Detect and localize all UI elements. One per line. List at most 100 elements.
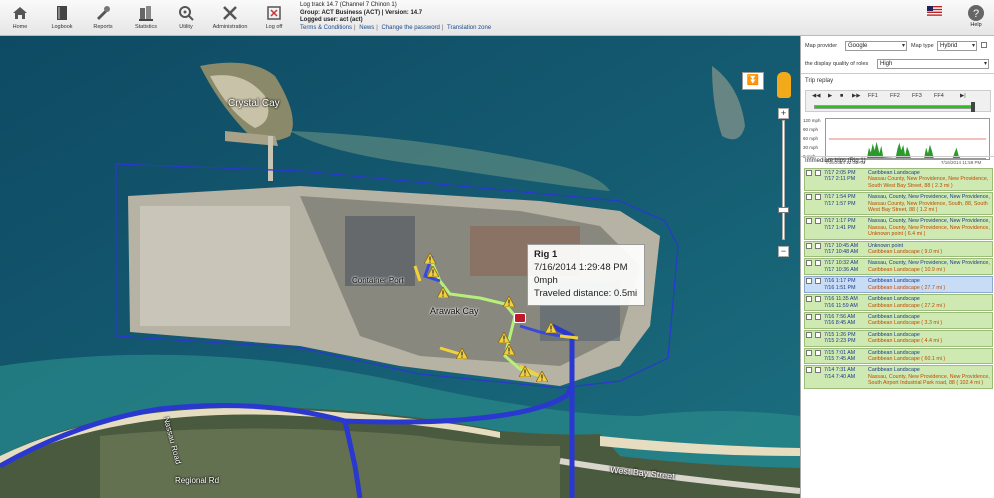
trip-row[interactable]: 7/14 7:31 AM 7/14 7:40 AM Caribbean Landsc… [804, 365, 993, 389]
warning-marker-icon[interactable] [498, 332, 510, 343]
display-quality-label: the display quality of roles [805, 61, 869, 67]
trip-select-checkbox[interactable] [815, 313, 821, 320]
translation-zone-link[interactable]: Translation zone [447, 25, 491, 31]
map-type-checkbox[interactable] [981, 42, 987, 48]
trip-select-checkbox[interactable] [815, 260, 821, 267]
trip-destination: Caribbean Landscape ( 9.0 mi ) [868, 249, 943, 256]
trip-select-checkbox[interactable] [815, 170, 821, 176]
replay-rewind-button[interactable]: ◀◀ [812, 93, 820, 99]
trip-select-checkbox[interactable] [815, 367, 821, 374]
toolbar-log-off[interactable]: Log off [256, 2, 292, 34]
vehicle-marker-icon[interactable] [514, 313, 526, 323]
street-view-pegman-icon[interactable] [777, 72, 791, 98]
toolbar-reports[interactable]: Reports [85, 2, 121, 34]
trip-row[interactable]: 7/15 7:01 AM 7/15 7:45 AM Caribbean Landsc… [804, 347, 993, 365]
warning-marker-icon[interactable] [437, 287, 449, 298]
trip-row[interactable]: 7/16 7:56 AM 7/16 8:45 AM Caribbean Landsc… [804, 311, 993, 329]
trip-select-checkbox[interactable] [815, 296, 821, 303]
warning-marker-icon[interactable] [503, 344, 515, 355]
warning-marker-icon[interactable] [503, 296, 515, 307]
trip-times: 7/16 7:56 AM 7/16 8:45 AM [824, 314, 866, 327]
trip-origin: Nassau, County, New Providence, New Prov… [868, 260, 990, 267]
speed-graph[interactable] [825, 118, 990, 160]
trip-select-checkbox[interactable] [815, 242, 821, 249]
zoom-out-button[interactable]: − [778, 246, 789, 257]
trip-end-time: 7/15 7:45 AM [824, 355, 856, 362]
trip-visible-checkbox[interactable] [806, 170, 812, 176]
trip-row[interactable]: 7/16 11:35 AM 7/16 11:59 AM Caribbean Land… [804, 294, 993, 311]
replay-slider-handle[interactable] [971, 102, 975, 112]
trip-select-checkbox[interactable] [815, 194, 821, 201]
replay-ff4-button[interactable]: FF4 [934, 93, 944, 99]
replay-ff2-button[interactable]: FF2 [890, 93, 900, 99]
map-provider-select[interactable]: Google [845, 41, 907, 51]
trip-row[interactable]: 7/17 10:45 AM 7/17 10:48 AM Unknown point C… [804, 240, 993, 258]
trip-visible-checkbox[interactable] [806, 218, 812, 225]
trip-visible-checkbox[interactable] [806, 242, 812, 249]
trip-select-checkbox[interactable] [815, 218, 821, 225]
trip-row[interactable]: 7/17 1:54 PM 7/17 1:57 PM Nassau, County, … [804, 192, 993, 216]
trip-visible-checkbox[interactable] [806, 260, 812, 267]
statistics-icon [139, 6, 153, 21]
trip-row[interactable]: 7/17 2:05 PM 7/17 2:11 PM Caribbean Landsc… [804, 168, 993, 192]
trip-select-checkbox[interactable] [815, 331, 821, 338]
toolbar-logbook[interactable]: Logbook [44, 2, 80, 34]
trip-destination: Caribbean Landscape ( 10.9 mi ) [868, 266, 946, 273]
replay-ff3-button[interactable]: FF3 [912, 93, 922, 99]
trip-locations: Caribbean Landscape Caribbean Landscape (… [868, 331, 992, 346]
trip-select-checkbox[interactable] [815, 278, 821, 285]
replay-forward-button[interactable]: ▶▶ [852, 93, 860, 99]
replay-ff1-button[interactable]: FF1 [868, 93, 878, 99]
zoom-slider-handle[interactable] [778, 207, 789, 213]
trip-row[interactable]: 7/16 1:17 PM 7/16 1:51 PM Caribbean Landsc… [804, 276, 993, 294]
replay-end-button[interactable]: ▶| [960, 93, 966, 99]
warning-marker-icon[interactable] [456, 348, 468, 359]
trip-locations: Caribbean Landscape Caribbean Landscape (… [868, 295, 992, 310]
trip-end-time: 7/17 10:36 AM [824, 266, 859, 273]
trip-visible-checkbox[interactable] [806, 367, 812, 374]
warning-marker-icon[interactable] [424, 253, 436, 264]
us-flag-icon[interactable] [927, 6, 942, 16]
trip-visible-checkbox[interactable] [806, 278, 812, 285]
toolbar-statistics[interactable]: Statistics [128, 2, 164, 34]
toolbar-utility[interactable]: Utility [168, 2, 204, 34]
trip-visible-checkbox[interactable] [806, 313, 812, 320]
trip-locations: Caribbean Landscape Nassau County, New Pr… [868, 169, 992, 190]
warning-marker-icon[interactable] [427, 266, 439, 277]
double-chevron-down-icon: ⏬ [746, 75, 760, 86]
trip-visible-checkbox[interactable] [806, 296, 812, 303]
replay-stop-button[interactable]: ■ [840, 93, 843, 99]
arawak-cay-label: Arawak Cay [430, 306, 479, 316]
trip-row[interactable]: 7/15 1:26 PM 7/15 2:23 PM Caribbean Landsc… [804, 329, 993, 347]
trip-visible-checkbox[interactable] [806, 331, 812, 338]
trip-times: 7/17 1:54 PM 7/17 1:57 PM [824, 194, 866, 207]
toolbar-statistics-label: Statistics [134, 24, 157, 30]
change-password-link[interactable]: Change the password [382, 25, 440, 31]
trip-visible-checkbox[interactable] [806, 194, 812, 201]
trip-visible-checkbox[interactable] [806, 349, 812, 356]
map-layer-button[interactable]: ⏬ [742, 72, 764, 90]
panel-divider [801, 156, 994, 157]
warning-marker-icon[interactable] [519, 366, 531, 377]
trip-row[interactable]: 7/17 10:32 AM 7/17 10:36 AM Nassau, County… [804, 258, 993, 276]
zoom-in-button[interactable]: + [778, 108, 789, 119]
trip-destination: Caribbean Landscape ( 3.3 mi ) [868, 320, 943, 327]
zoom-track[interactable] [782, 120, 785, 240]
toolbar-home[interactable]: Home [2, 2, 38, 34]
map-type-select[interactable]: Hybrid [937, 41, 977, 51]
trip-select-checkbox[interactable] [815, 349, 821, 356]
warning-marker-icon[interactable] [536, 371, 548, 382]
warning-marker-icon[interactable] [545, 322, 557, 333]
trip-row[interactable]: 7/17 1:17 PM 7/17 1:41 PM Nassau, County, … [804, 216, 993, 240]
toolbar-administration[interactable]: Administration [212, 2, 248, 34]
news-link[interactable]: News [359, 25, 374, 31]
help-button[interactable]: ? Help [964, 2, 988, 34]
trip-end-time: 7/16 11:59 AM [824, 302, 858, 309]
map-view[interactable]: Crystal Cay Container Port Arawak Cay We… [0, 36, 800, 498]
speed-axis-tick: 90 mph [803, 127, 819, 132]
display-quality-select[interactable]: High [877, 59, 989, 69]
replay-play-button[interactable]: ▶ [828, 93, 832, 99]
terms-link[interactable]: Terms & Conditions [300, 25, 352, 31]
replay-progress-slider[interactable] [814, 105, 974, 109]
app-version-line: Log track 14.7 (Channel 7 Chinon 1) [300, 2, 397, 8]
